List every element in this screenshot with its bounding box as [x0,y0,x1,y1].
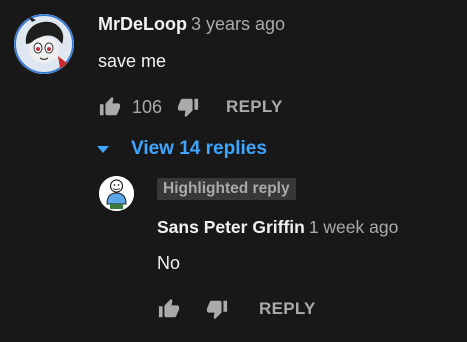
thumbs-up-icon [158,298,180,318]
pony-avatar-icon [14,14,74,74]
reply-author-line: Sans Peter Griffin 1 week ago [157,217,398,238]
view-replies-toggle[interactable]: View 14 replies [95,138,267,160]
reply-text: No [157,253,181,273]
reply-actions: REPLY [157,296,316,322]
like-count: 106 [132,96,163,117]
reply-reply-button[interactable]: REPLY [259,299,316,319]
reply-button[interactable]: REPLY [226,97,283,117]
highlighted-reply-badge: Highlighted reply [157,178,296,200]
reply-author[interactable]: Sans Peter Griffin [157,217,305,237]
peter-sans-avatar-icon [99,176,134,211]
comment-actions: 106 REPLY [98,94,283,120]
thumbs-up-icon [99,96,121,116]
reply-like-button[interactable] [157,297,181,321]
dislike-button[interactable] [176,95,200,119]
comment-author[interactable]: MrDeLoop [98,14,187,34]
reply-timestamp[interactable]: 1 week ago [309,217,399,237]
comment-thread: MrDeLoop 3 years ago save me 106 REPLY Vi… [0,0,467,342]
view-replies-label: View 14 replies [131,138,267,159]
commenter-avatar[interactable] [14,14,74,74]
comment-author-line: MrDeLoop 3 years ago [98,14,285,35]
caret-down-icon [97,138,109,160]
comment-timestamp[interactable]: 3 years ago [191,14,285,34]
thumbs-down-icon [206,300,228,320]
reply-avatar[interactable] [99,176,134,211]
thumbs-down-icon [177,98,199,118]
like-button[interactable] [98,95,122,119]
comment-text: save me [98,51,167,71]
reply-dislike-button[interactable] [205,297,229,321]
